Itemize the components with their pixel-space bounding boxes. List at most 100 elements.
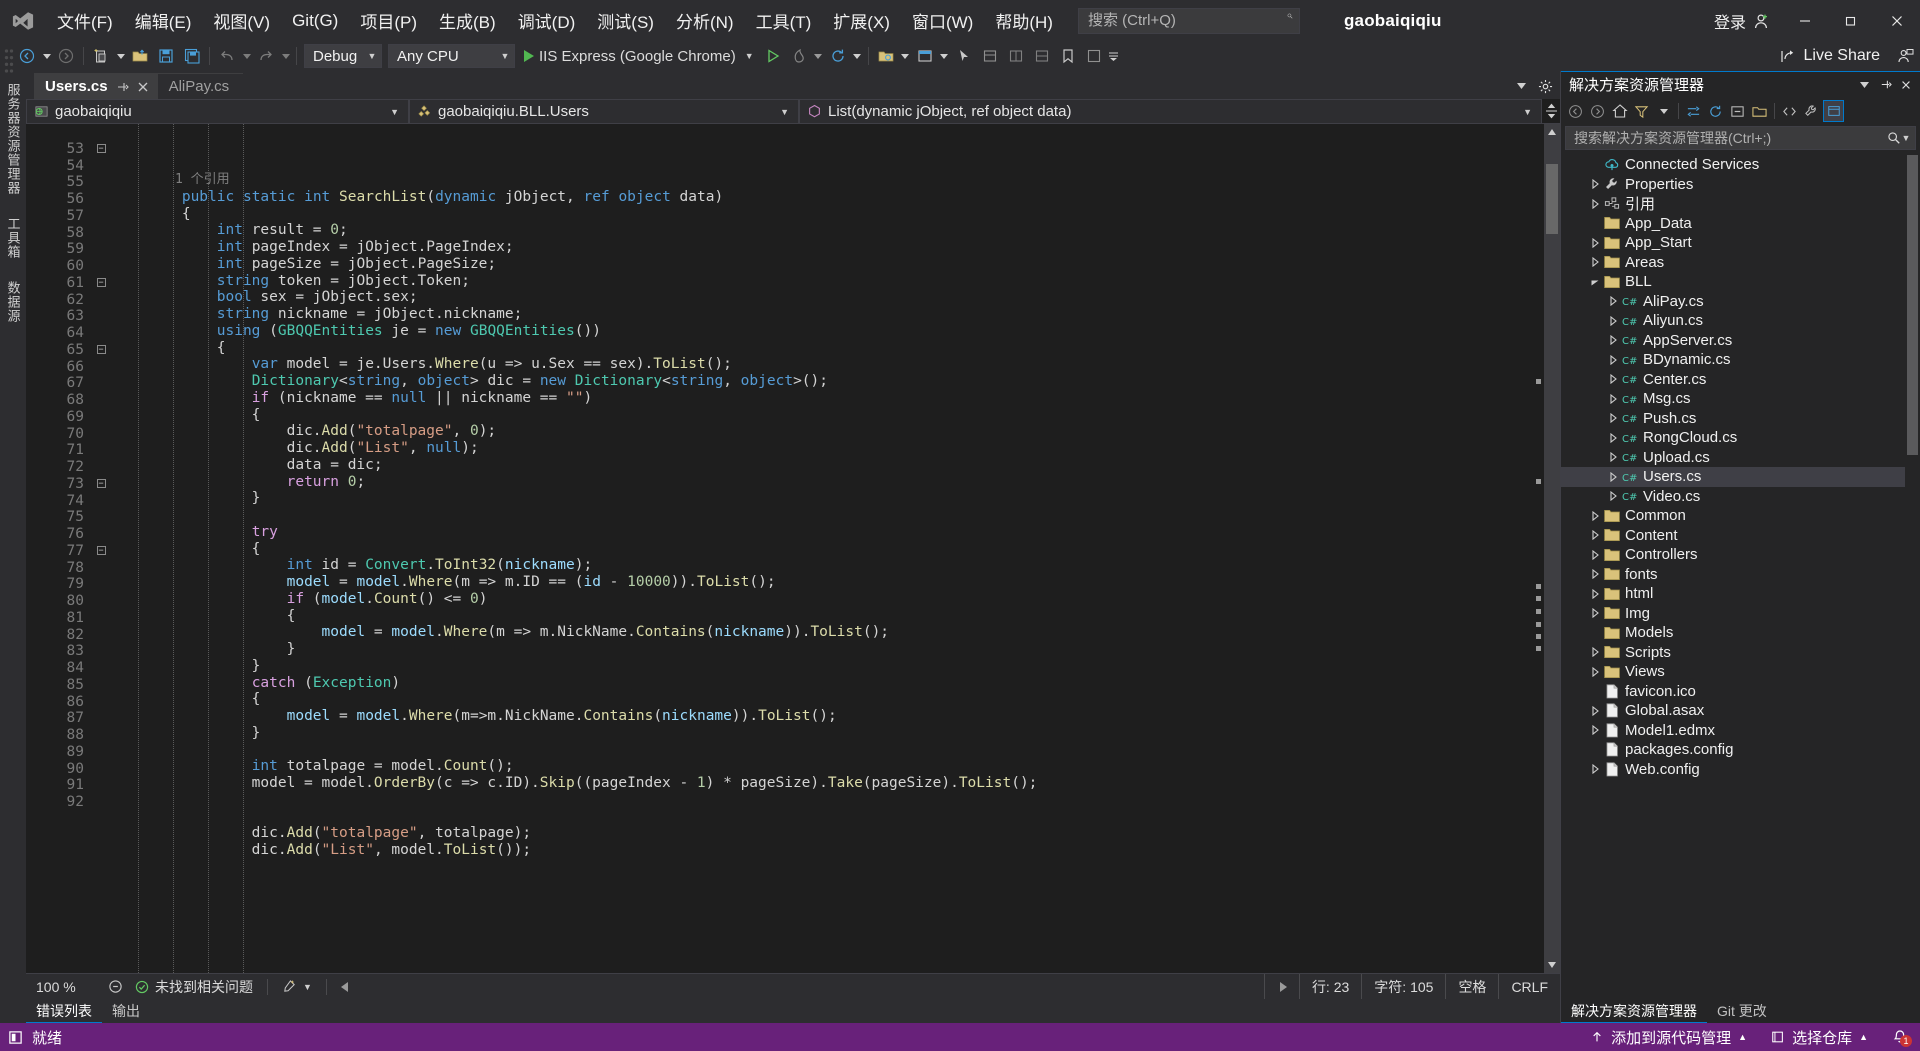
extensions-manage-button[interactable] xyxy=(1081,44,1107,68)
menu-test[interactable]: 测试(S) xyxy=(586,0,665,41)
chevron-right-icon[interactable] xyxy=(1605,469,1621,485)
code-line[interactable]: { xyxy=(112,691,1530,708)
solution-explorer-search-box[interactable]: ▼ xyxy=(1565,126,1916,150)
code-cleanup-button[interactable]: ▼ xyxy=(276,979,318,994)
fold-collapse-toggle[interactable]: − xyxy=(90,275,112,292)
view-code-icon[interactable] xyxy=(1779,100,1800,122)
chevron-right-icon[interactable] xyxy=(1587,761,1603,777)
tab-list-dropdown-icon[interactable] xyxy=(1510,75,1532,97)
select-element-button[interactable] xyxy=(951,44,977,68)
menu-help[interactable]: 帮助(H) xyxy=(984,0,1064,41)
start-without-debugging-button[interactable] xyxy=(760,44,786,68)
undo-button[interactable] xyxy=(214,44,240,68)
tree-item[interactable]: Scripts xyxy=(1561,643,1920,663)
navigate-backward-dropdown[interactable] xyxy=(40,44,53,68)
tree-item[interactable]: C# Center.cs xyxy=(1561,370,1920,390)
code-line[interactable]: } xyxy=(112,641,1530,658)
code-line[interactable]: int id = Convert.ToInt32(nickname); xyxy=(112,557,1530,574)
code-line[interactable] xyxy=(112,792,1530,809)
new-project-dropdown[interactable] xyxy=(114,44,127,68)
global-search-input[interactable] xyxy=(1087,12,1287,29)
new-project-button[interactable] xyxy=(88,44,114,68)
chevron-right-icon[interactable] xyxy=(1605,332,1621,348)
chevron-right-icon[interactable] xyxy=(1587,254,1603,270)
no-issues-status[interactable]: 未找到相关问题 xyxy=(129,977,259,997)
tree-item[interactable]: packages.config xyxy=(1561,740,1920,760)
menu-debug[interactable]: 调试(D) xyxy=(507,0,587,41)
refresh-dropdown[interactable] xyxy=(851,44,864,68)
solution-configuration-dropdown[interactable]: Debug ▼ xyxy=(304,44,382,68)
notifications-button[interactable]: 1 xyxy=(1880,1023,1920,1051)
solution-explorer-scrollbar[interactable] xyxy=(1905,153,1920,999)
browser-link-button[interactable] xyxy=(873,44,899,68)
tree-item[interactable]: Global.asax xyxy=(1561,701,1920,721)
code-line[interactable]: } xyxy=(112,490,1530,507)
menu-view[interactable]: 视图(V) xyxy=(202,0,281,41)
refresh-icon[interactable] xyxy=(1705,100,1726,122)
chevron-right-icon[interactable] xyxy=(1605,410,1621,426)
pane-menu-icon[interactable] xyxy=(1854,75,1874,95)
preview-selected-items-icon[interactable] xyxy=(1823,100,1844,122)
footer-tab-solution-explorer[interactable]: 解决方案资源管理器 xyxy=(1561,999,1707,1023)
code-line[interactable]: Dictionary<string, object> dic = new Dic… xyxy=(112,373,1530,390)
solution-explorer-tree[interactable]: Connected Services Properties 引用 App_Data Ap… xyxy=(1561,153,1920,999)
scrollbar-thumb[interactable] xyxy=(1907,155,1918,455)
breakpoint-gutter[interactable] xyxy=(26,124,44,973)
fold-collapse-toggle[interactable]: − xyxy=(90,141,112,158)
scroll-down-button[interactable] xyxy=(1544,957,1560,973)
code-line[interactable]: { xyxy=(112,206,1530,223)
chevron-right-icon[interactable] xyxy=(1587,644,1603,660)
code-line[interactable]: catch (Exception) xyxy=(112,675,1530,692)
scroll-right-button[interactable] xyxy=(1263,973,1299,1000)
chevron-right-icon[interactable] xyxy=(1587,527,1603,543)
scrollbar-thumb[interactable] xyxy=(1546,164,1558,234)
tree-item[interactable]: Properties xyxy=(1561,175,1920,195)
sign-in-button[interactable]: 登录 xyxy=(1702,9,1782,33)
close-button[interactable] xyxy=(1874,0,1920,41)
code-line[interactable]: { xyxy=(112,407,1530,424)
tree-item[interactable]: Models xyxy=(1561,623,1920,643)
chevron-right-icon[interactable] xyxy=(1587,508,1603,524)
hot-reload-dropdown[interactable] xyxy=(812,44,825,68)
menu-window[interactable]: 窗口(W) xyxy=(901,0,984,41)
chevron-right-icon[interactable] xyxy=(1587,176,1603,192)
maximize-button[interactable] xyxy=(1828,0,1874,41)
filter-dropdown-icon[interactable] xyxy=(1653,100,1674,122)
code-line[interactable]: int result = 0; xyxy=(112,222,1530,239)
chevron-right-icon[interactable] xyxy=(1587,605,1603,621)
code-line[interactable]: bool sex = jObject.sex; xyxy=(112,289,1530,306)
editor-vertical-scrollbar[interactable] xyxy=(1544,124,1560,973)
code-line[interactable]: dic.Add("List", model.ToList()); xyxy=(112,842,1530,859)
tree-item[interactable]: Views xyxy=(1561,662,1920,682)
code-line[interactable]: int pageSize = jObject.PageSize; xyxy=(112,256,1530,273)
tree-item[interactable]: 引用 xyxy=(1561,194,1920,214)
code-line[interactable]: int totalpage = model.Count(); xyxy=(112,758,1530,775)
code-line[interactable]: model = model.OrderBy(c => c.ID).Skip((p… xyxy=(112,775,1530,792)
live-share-button[interactable]: Live Share xyxy=(1770,47,1891,65)
code-line[interactable]: using (GBQQEntities je = new GBQQEntitie… xyxy=(112,323,1530,340)
fold-collapse-toggle[interactable]: − xyxy=(90,476,112,493)
chevron-right-icon[interactable] xyxy=(1587,722,1603,738)
split-editor-button[interactable] xyxy=(1542,99,1560,123)
tree-item[interactable]: C# RongCloud.cs xyxy=(1561,428,1920,448)
code-line[interactable]: string token = jObject.Token; xyxy=(112,273,1530,290)
navigate-backward-button[interactable] xyxy=(14,44,40,68)
line-ending-indicator[interactable]: CRLF xyxy=(1498,973,1560,1000)
bookmark-button[interactable] xyxy=(1055,44,1081,68)
tree-item[interactable]: App_Start xyxy=(1561,233,1920,253)
select-repository-button[interactable]: 选择仓库 ▲ xyxy=(1759,1023,1880,1051)
footer-tab-git-changes[interactable]: Git 更改 xyxy=(1707,999,1777,1023)
code-line[interactable]: string nickname = jObject.nickname; xyxy=(112,306,1530,323)
tree-item[interactable]: Model1.edmx xyxy=(1561,721,1920,741)
menu-file[interactable]: 文件(F) xyxy=(46,0,124,41)
search-options-chevron-icon[interactable]: ▼ xyxy=(1901,133,1911,143)
tree-item[interactable]: Img xyxy=(1561,604,1920,624)
code-line[interactable]: } xyxy=(112,658,1530,675)
tree-item[interactable]: C# Upload.cs xyxy=(1561,448,1920,468)
code-line[interactable] xyxy=(112,507,1530,524)
tree-item[interactable]: C# Users.cs xyxy=(1561,467,1920,487)
nav-project-dropdown[interactable]: gaobaiqiqiu ▼ xyxy=(26,99,409,124)
start-debug-button[interactable]: IIS Express (Google Chrome) ▼ xyxy=(518,44,760,68)
tree-item[interactable]: Controllers xyxy=(1561,545,1920,565)
properties-icon[interactable] xyxy=(1801,100,1822,122)
